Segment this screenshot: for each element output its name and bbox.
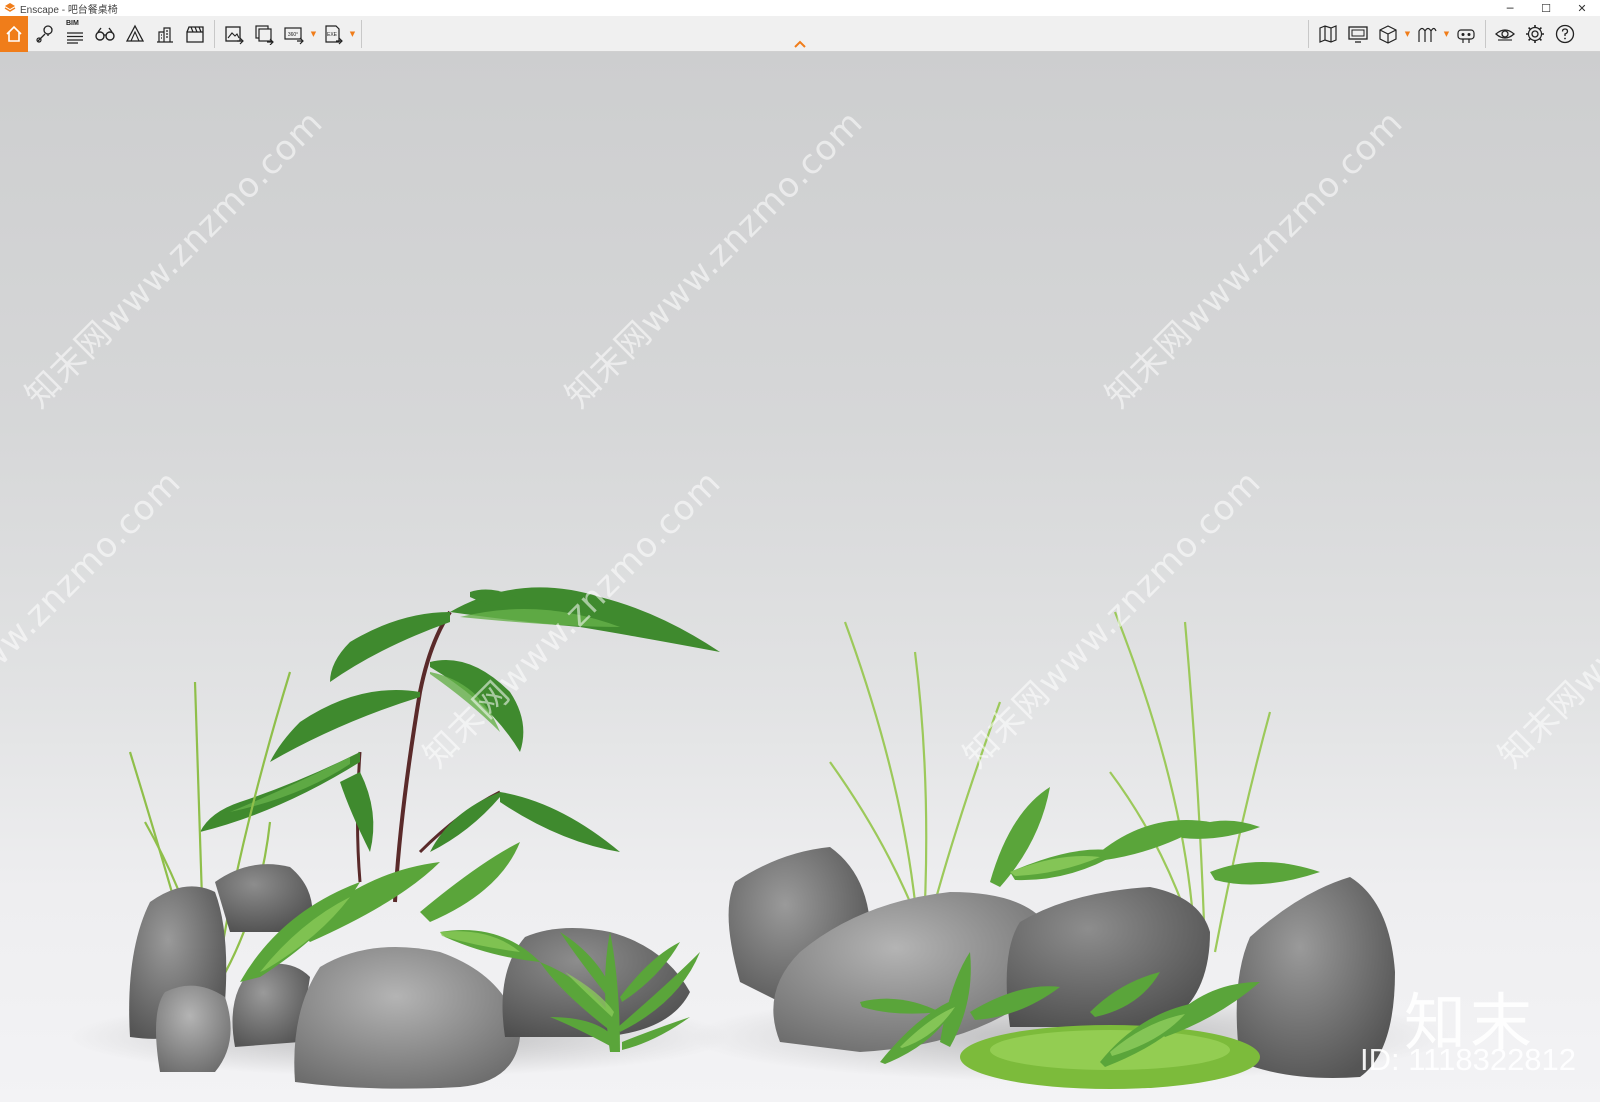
video-editor-button[interactable] bbox=[180, 19, 210, 49]
collaborative-annotation-button[interactable] bbox=[1451, 19, 1481, 49]
bim-button[interactable]: BIM bbox=[60, 19, 90, 49]
enscape-logo-icon bbox=[4, 3, 16, 12]
view-dropdown-caret[interactable]: ▼ bbox=[1403, 19, 1412, 49]
toolbar-right-group: ▼ ▼ bbox=[1304, 16, 1580, 52]
toolbar-separator bbox=[361, 20, 362, 48]
site-context-button[interactable] bbox=[150, 19, 180, 49]
export-exe-icon: EXE bbox=[325, 25, 343, 45]
clapperboard-icon bbox=[186, 26, 204, 43]
toolbar: BIM 360° ▼ EXE ▼ ▼ ▼ bbox=[0, 16, 1600, 52]
view-management-button[interactable] bbox=[30, 19, 60, 49]
binoculars-button[interactable] bbox=[90, 19, 120, 49]
visibility-button[interactable] bbox=[1490, 19, 1520, 49]
minimize-button[interactable]: ─ bbox=[1492, 0, 1528, 16]
vr-headset-button[interactable] bbox=[1412, 19, 1442, 49]
headset-icon bbox=[1457, 29, 1475, 43]
eye-icon bbox=[1495, 29, 1515, 41]
asset-library-button[interactable] bbox=[120, 19, 150, 49]
panorama-button[interactable]: 360° bbox=[279, 19, 309, 49]
location-pin-icon bbox=[36, 25, 53, 43]
panorama-label: 360° bbox=[288, 32, 298, 38]
render-image-button[interactable] bbox=[219, 19, 249, 49]
window-controls: ─ ☐ ✕ bbox=[1492, 0, 1600, 16]
home-icon bbox=[6, 25, 22, 42]
panorama-360-icon: 360° bbox=[284, 27, 304, 45]
batch-render-button[interactable] bbox=[249, 19, 279, 49]
map-button[interactable] bbox=[1313, 19, 1343, 49]
visual-settings-button[interactable] bbox=[1343, 19, 1373, 49]
image-id-label: ID: 1118322812 bbox=[1360, 1042, 1577, 1077]
toolbar-separator bbox=[214, 20, 215, 48]
enscape-window: Enscape - 吧台餐桌椅 ─ ☐ ✕ BIM 360° ▼ EXE ▼ ▼… bbox=[0, 0, 1600, 1102]
monitor-settings-icon bbox=[1348, 26, 1368, 43]
toolbar-left-group: BIM 360° ▼ EXE ▼ bbox=[30, 16, 366, 52]
asset-library-icon bbox=[125, 24, 145, 42]
home-button[interactable] bbox=[0, 16, 28, 52]
title-bar: Enscape - 吧台餐桌椅 ─ ☐ ✕ bbox=[0, 0, 1600, 16]
cube-icon bbox=[1379, 25, 1397, 44]
gear-icon bbox=[1526, 25, 1544, 43]
buildings-icon bbox=[157, 27, 173, 43]
panorama-dropdown-caret[interactable]: ▼ bbox=[309, 19, 318, 49]
arch-icon bbox=[1418, 27, 1437, 42]
help-icon bbox=[1555, 24, 1575, 44]
toolbar-separator bbox=[1485, 20, 1486, 48]
render-viewport[interactable]: 知末网www.znzmo.com 知末网www.znzmo.com 知末网www… bbox=[0, 52, 1600, 1102]
chevron-up-icon bbox=[794, 40, 806, 48]
collapse-toolbar-button[interactable] bbox=[792, 38, 808, 50]
binoculars-icon bbox=[95, 27, 115, 41]
maximize-button[interactable]: ☐ bbox=[1528, 0, 1564, 16]
render-image-icon bbox=[225, 26, 244, 45]
settings-button[interactable] bbox=[1520, 19, 1550, 49]
batch-render-icon bbox=[255, 25, 274, 45]
toolbar-separator bbox=[1308, 20, 1309, 48]
close-button[interactable]: ✕ bbox=[1564, 0, 1600, 16]
orthographic-view-button[interactable] bbox=[1373, 19, 1403, 49]
window-title: Enscape - 吧台餐桌椅 bbox=[20, 4, 118, 16]
export-dropdown-caret[interactable]: ▼ bbox=[348, 19, 357, 49]
export-exe-button[interactable]: EXE bbox=[318, 19, 348, 49]
exe-label: EXE bbox=[327, 32, 338, 38]
bim-label: BIM bbox=[66, 20, 79, 27]
vr-dropdown-caret[interactable]: ▼ bbox=[1442, 19, 1451, 49]
help-button[interactable] bbox=[1550, 19, 1580, 49]
map-icon bbox=[1319, 25, 1337, 43]
